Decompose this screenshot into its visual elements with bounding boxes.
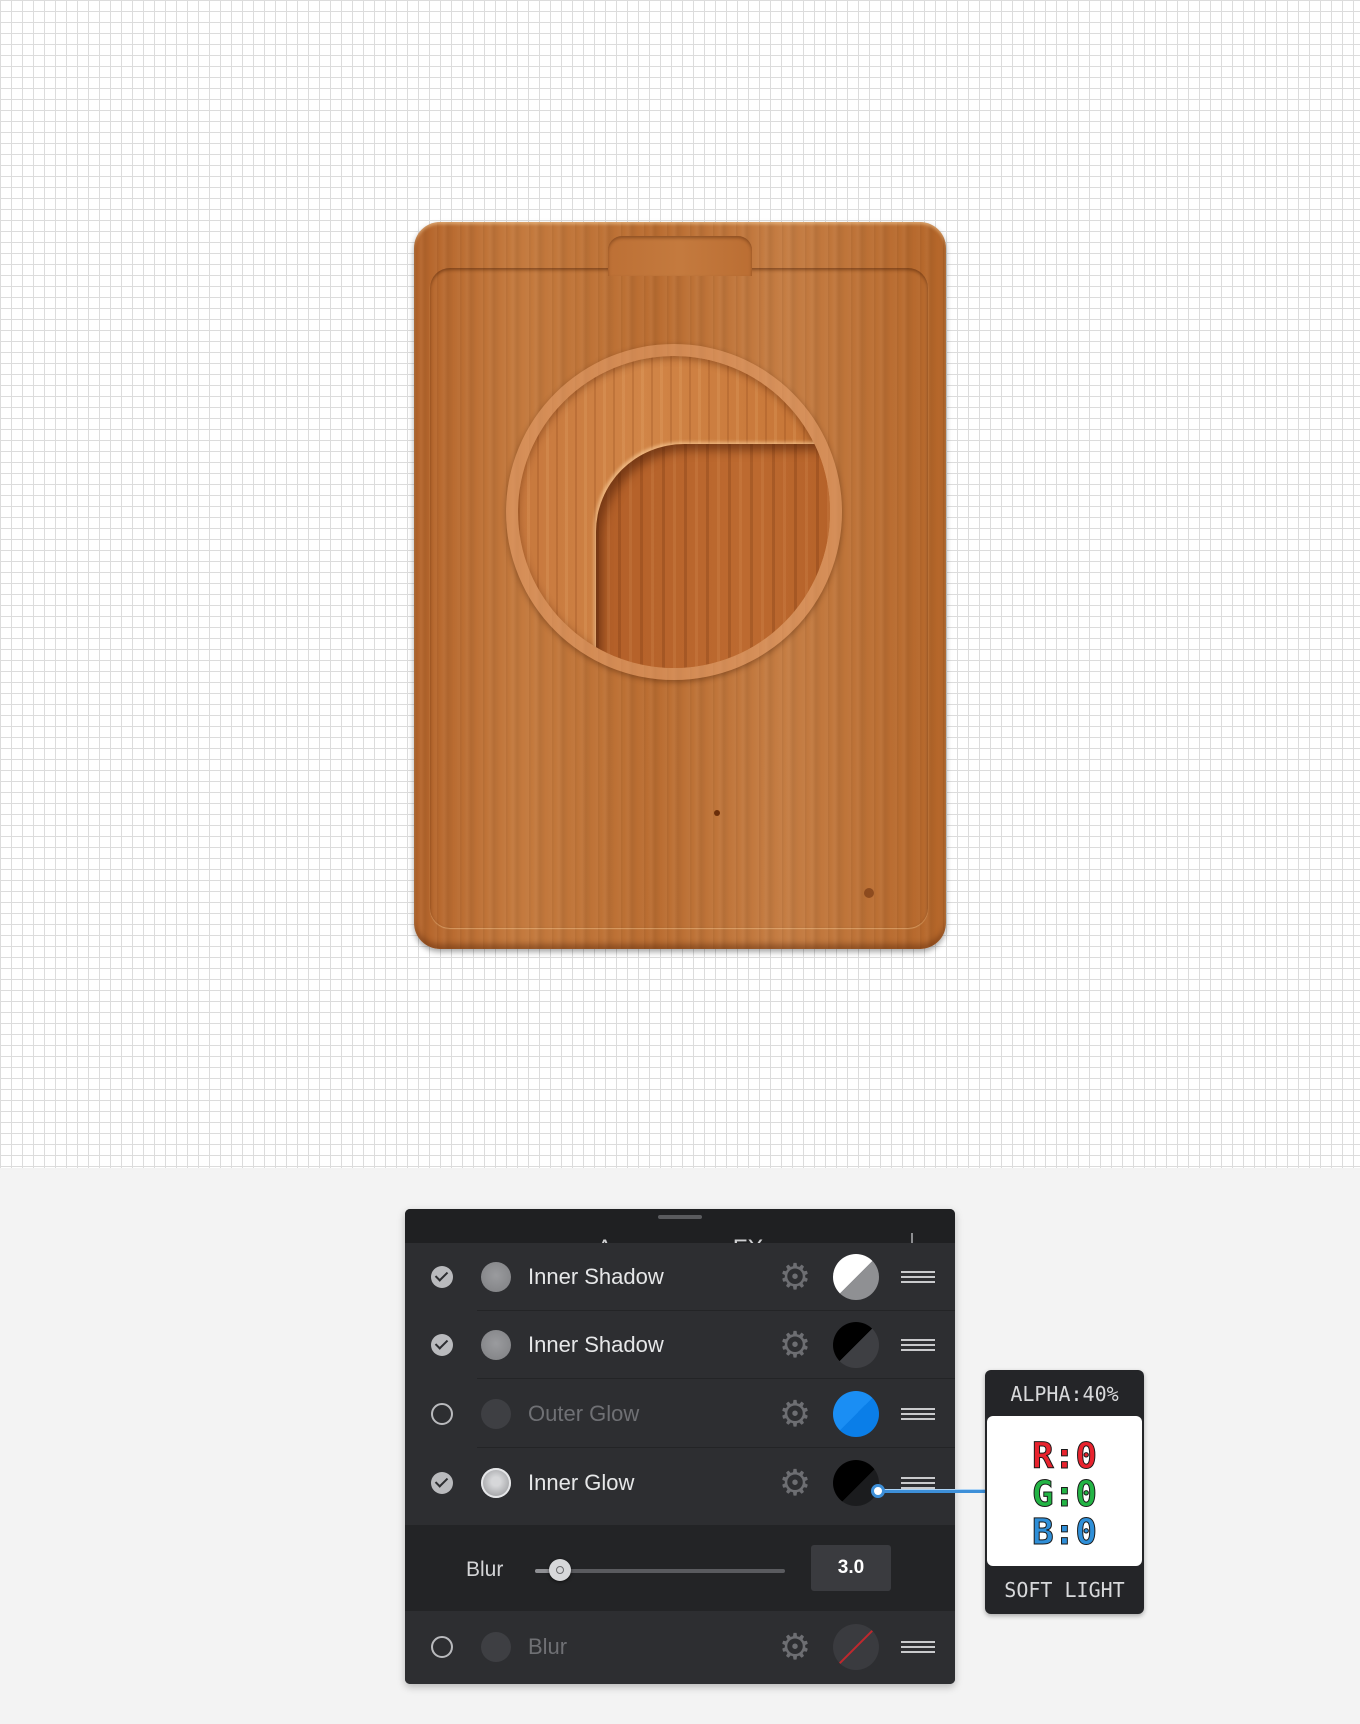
effect-preview-dot bbox=[481, 1468, 511, 1498]
effect-row-blur[interactable]: Blur ⚙ bbox=[405, 1611, 955, 1684]
blend-mode-value: SOFT LIGHT bbox=[1004, 1578, 1125, 1602]
gear-icon[interactable]: ⚙ bbox=[777, 1629, 813, 1665]
effect-label: Inner Shadow bbox=[528, 1264, 664, 1289]
blur-slider-thumb[interactable] bbox=[549, 1559, 571, 1581]
effect-row-outer-glow[interactable]: Outer Glow ⚙ bbox=[405, 1380, 955, 1448]
effect-color-swatch[interactable] bbox=[833, 1254, 879, 1300]
wooden-cutting-board bbox=[414, 222, 946, 949]
effect-color-swatch-none[interactable] bbox=[833, 1624, 879, 1670]
gear-icon[interactable]: ⚙ bbox=[777, 1465, 813, 1501]
drag-handle-icon[interactable] bbox=[901, 1641, 935, 1655]
row-divider bbox=[477, 1378, 955, 1379]
zoomed-groove-corner bbox=[596, 444, 830, 668]
alpha-value: ALPHA:40% bbox=[1010, 1382, 1119, 1406]
effect-color-swatch[interactable] bbox=[833, 1391, 879, 1437]
blur-value-field[interactable]: 3.0 bbox=[811, 1545, 891, 1591]
effect-label: Inner Glow bbox=[528, 1470, 635, 1495]
artboard-canvas bbox=[0, 0, 1360, 1168]
drag-handle-icon[interactable] bbox=[901, 1271, 935, 1285]
panel-grip-handle[interactable] bbox=[658, 1215, 702, 1219]
green-value: G:0 bbox=[1031, 1474, 1098, 1516]
wood-knot bbox=[714, 810, 720, 816]
inner-glow-settings: Blur 3.0 bbox=[405, 1525, 955, 1611]
effect-preview-dot bbox=[481, 1262, 511, 1292]
zoom-magnifier-content bbox=[518, 356, 830, 668]
callout-connector-dot bbox=[871, 1484, 885, 1498]
zoom-magnifier bbox=[506, 344, 842, 680]
blue-value: B:0 bbox=[1031, 1512, 1098, 1554]
effect-color-swatch[interactable] bbox=[833, 1460, 879, 1506]
check-icon[interactable] bbox=[431, 1472, 453, 1494]
effect-row-inner-shadow-2[interactable]: Inner Shadow ⚙ bbox=[405, 1311, 955, 1379]
rgb-values-box: R:0 G:0 B:0 bbox=[987, 1416, 1142, 1566]
gear-icon[interactable]: ⚙ bbox=[777, 1396, 813, 1432]
effect-color-swatch[interactable] bbox=[833, 1322, 879, 1368]
unchecked-circle-icon[interactable] bbox=[431, 1636, 453, 1658]
check-icon[interactable] bbox=[431, 1266, 453, 1288]
effect-label: Outer Glow bbox=[528, 1401, 640, 1426]
appearance-fx-panel: Appearance FX Inner Shadow ⚙ Inner Shado… bbox=[405, 1209, 955, 1684]
wood-knot bbox=[864, 888, 874, 898]
callout-connector-line bbox=[878, 1489, 986, 1493]
board-handle-notch bbox=[608, 236, 752, 276]
gear-icon[interactable]: ⚙ bbox=[777, 1259, 813, 1295]
row-divider bbox=[477, 1447, 955, 1448]
gear-icon[interactable]: ⚙ bbox=[777, 1327, 813, 1363]
blur-label: Blur bbox=[466, 1558, 504, 1581]
red-value: R:0 bbox=[1031, 1436, 1098, 1478]
effect-label: Inner Shadow bbox=[528, 1332, 664, 1357]
effect-row-inner-glow[interactable]: Inner Glow ⚙ bbox=[405, 1449, 955, 1517]
effect-label: Blur bbox=[528, 1634, 568, 1659]
effect-row-inner-shadow-1[interactable]: Inner Shadow ⚙ bbox=[405, 1243, 955, 1311]
check-icon[interactable] bbox=[431, 1334, 453, 1356]
color-settings-callout: ALPHA:40% R:0 G:0 B:0 SOFT LIGHT bbox=[985, 1370, 1144, 1614]
drag-handle-icon[interactable] bbox=[901, 1339, 935, 1353]
effect-preview-dot bbox=[481, 1399, 511, 1429]
drag-handle-icon[interactable] bbox=[901, 1408, 935, 1422]
effect-preview-dot bbox=[481, 1330, 511, 1360]
effect-preview-dot bbox=[481, 1632, 511, 1662]
blur-slider-track[interactable] bbox=[535, 1569, 785, 1573]
unchecked-circle-icon[interactable] bbox=[431, 1403, 453, 1425]
